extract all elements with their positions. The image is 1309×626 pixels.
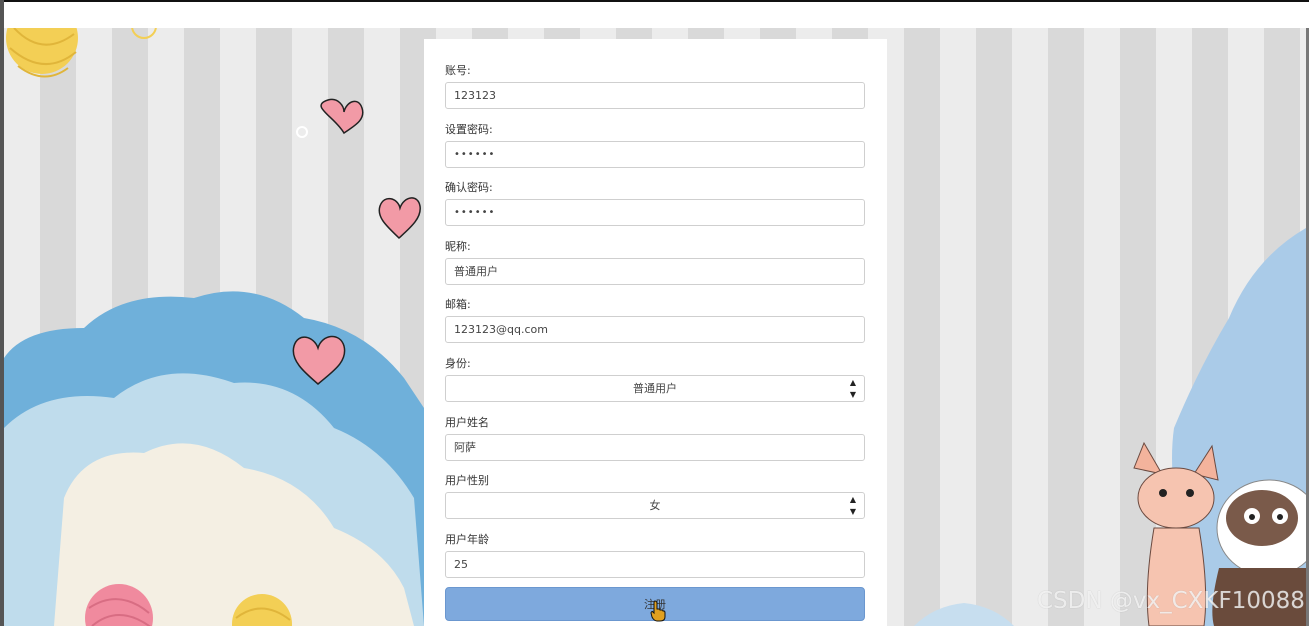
- nickname-label: 昵称:: [445, 240, 471, 253]
- identity-label: 身份:: [445, 357, 471, 370]
- age-label: 用户年龄: [445, 533, 489, 546]
- yarn-ball-yellow-top: [6, 28, 78, 74]
- hand-cursor-icon: [650, 600, 666, 622]
- age-input[interactable]: 25: [445, 551, 865, 578]
- confirm-password-input[interactable]: ••••••: [445, 199, 865, 226]
- real-name-input[interactable]: 阿萨: [445, 434, 865, 461]
- watermark-text: CSDN @vx_CXKF10088: [1037, 588, 1305, 614]
- gender-label: 用户性别: [445, 474, 489, 487]
- identity-select[interactable]: 普通用户 ▲ ▼: [445, 375, 865, 402]
- register-form: 账号: 123123 设置密码: •••••• 确认密码: •••••• 昵称:…: [424, 39, 887, 626]
- password-label: 设置密码:: [445, 123, 493, 136]
- confirm-password-label: 确认密码:: [445, 181, 493, 194]
- account-input[interactable]: 123123: [445, 82, 865, 109]
- heart-icon: [378, 197, 421, 240]
- gender-select[interactable]: 女 ▲ ▼: [445, 492, 865, 519]
- gender-select-value: 女: [649, 499, 661, 512]
- select-arrows-icon: ▲ ▼: [849, 378, 856, 399]
- password-input[interactable]: ••••••: [445, 141, 865, 168]
- email-input[interactable]: 123123@qq.com: [445, 316, 865, 343]
- browser-top-bar: [0, 0, 1309, 28]
- select-arrows-icon: ▲ ▼: [849, 495, 856, 516]
- identity-select-value: 普通用户: [633, 382, 677, 395]
- nickname-input[interactable]: 普通用户: [445, 258, 865, 285]
- account-label: 账号:: [445, 64, 471, 77]
- real-name-label: 用户姓名: [445, 416, 489, 429]
- email-label: 邮箱:: [445, 298, 471, 311]
- heart-icon: [320, 98, 364, 135]
